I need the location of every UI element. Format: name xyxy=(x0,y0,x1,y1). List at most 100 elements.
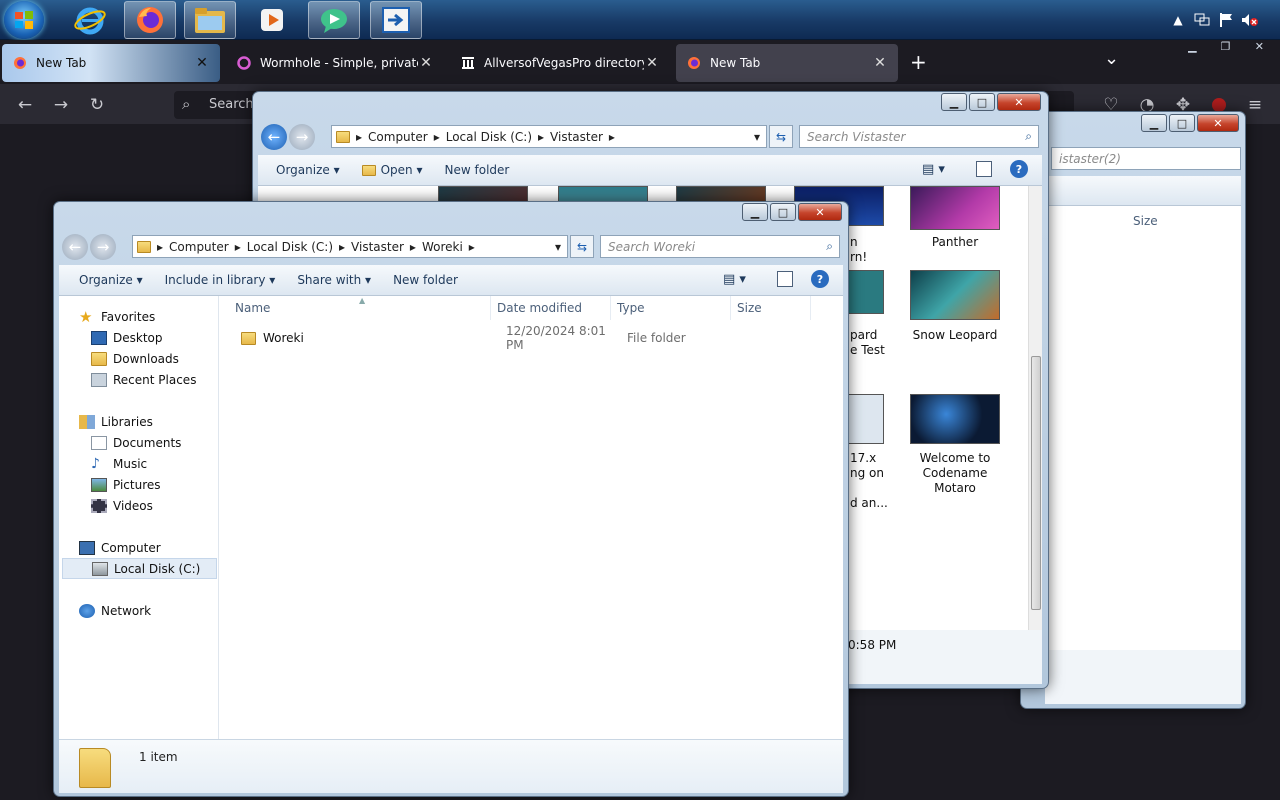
tab-directory-listing[interactable]: AllversofVegasPro directory listi ✕ xyxy=(450,44,670,82)
reload-icon[interactable]: ↻ xyxy=(86,94,108,116)
address-bar[interactable]: ▸ Computer ▸ Local Disk (C:) ▸ Vistaster ▸ ▾ xyxy=(331,125,767,148)
thumbnail-panther[interactable] xyxy=(910,186,1000,230)
close-button[interactable]: ✕ xyxy=(997,93,1041,111)
view-options-icon[interactable]: ▤ ▾ xyxy=(723,272,746,287)
breadcrumb-vistaster[interactable]: Vistaster xyxy=(351,240,404,254)
breadcrumb-computer[interactable]: Computer xyxy=(169,240,229,254)
column-header-type[interactable]: Type xyxy=(611,296,731,320)
organize-menu[interactable]: Organize ▾ xyxy=(75,270,147,290)
refresh-button[interactable]: ⇆ xyxy=(570,235,594,258)
internet-explorer-icon[interactable] xyxy=(64,1,116,39)
nav-videos[interactable]: Videos xyxy=(91,495,153,516)
maximize-icon[interactable]: ❐ xyxy=(1221,40,1231,56)
nav-recent-places[interactable]: Recent Places xyxy=(91,369,196,390)
nav-desktop[interactable]: Desktop xyxy=(91,327,163,348)
close-icon[interactable]: ✕ xyxy=(644,55,660,71)
forward-button[interactable]: → xyxy=(90,234,116,260)
star-icon: ★ xyxy=(79,307,93,326)
tray-expand-icon[interactable]: ▲ xyxy=(1166,8,1190,32)
column-header-size[interactable]: Size xyxy=(1133,214,1158,228)
minimize-icon[interactable]: ▁ xyxy=(1188,40,1196,56)
close-icon[interactable]: ✕ xyxy=(194,55,210,71)
breadcrumb-local-disk[interactable]: Local Disk (C:) xyxy=(247,240,333,254)
nav-documents[interactable]: Documents xyxy=(91,432,181,453)
item-label-motaro: Welcome to Codename Motaro xyxy=(919,451,991,495)
close-button[interactable]: ✕ xyxy=(798,203,842,221)
tab-new-tab-1[interactable]: New Tab ✕ xyxy=(2,44,220,82)
new-folder-button[interactable]: New folder xyxy=(389,270,462,290)
vertical-scrollbar[interactable] xyxy=(1028,186,1042,630)
search-box[interactable]: Search Woreki ⌕ xyxy=(600,235,840,258)
table-row[interactable]: Woreki 12/20/2024 8:01 PM File folder xyxy=(229,324,819,352)
address-bar[interactable]: ▸ Computer ▸ Local Disk (C:) ▸ Vistaster ▸ W… xyxy=(132,235,568,258)
close-icon[interactable]: ✕ xyxy=(872,55,888,71)
minimize-button[interactable]: ▁ xyxy=(941,93,967,111)
refresh-button[interactable]: ⇆ xyxy=(769,125,793,148)
nav-local-disk[interactable]: Local Disk (C:) xyxy=(62,558,217,579)
firefox-icon[interactable] xyxy=(124,1,176,39)
nav-libraries[interactable]: Libraries xyxy=(79,411,153,432)
file-explorer-icon[interactable] xyxy=(184,1,236,39)
breadcrumb-woreki[interactable]: Woreki xyxy=(422,240,463,254)
menu-icon[interactable]: ≡ xyxy=(1244,94,1266,116)
search-box[interactable]: Search Vistaster ⌕ xyxy=(799,125,1039,148)
close-button[interactable]: ✕ xyxy=(1197,114,1239,132)
forward-button[interactable]: → xyxy=(289,124,315,150)
maximize-button[interactable]: □ xyxy=(969,93,995,111)
preview-pane-icon[interactable] xyxy=(777,271,793,287)
column-header-date-modified[interactable]: Date modified xyxy=(491,296,611,320)
breadcrumb-computer[interactable]: Computer xyxy=(368,130,428,144)
thumbnail-snow-leopard[interactable] xyxy=(910,270,1000,320)
nav-network[interactable]: Network xyxy=(79,600,151,621)
preview-pane-icon[interactable] xyxy=(976,161,992,177)
breadcrumb-local-disk[interactable]: Local Disk (C:) xyxy=(446,130,532,144)
taskbar: ▲ xyxy=(0,0,1280,40)
file-list-pane: Size xyxy=(1045,206,1241,650)
close-icon[interactable]: ✕ xyxy=(418,55,434,71)
network-tray-icon[interactable] xyxy=(1190,8,1214,32)
chevron-down-icon[interactable]: ▾ xyxy=(555,240,561,254)
messenger-icon[interactable] xyxy=(308,1,360,39)
close-icon[interactable]: ✕ xyxy=(1255,40,1264,56)
remote-app-icon[interactable] xyxy=(370,1,422,39)
breadcrumb-vistaster[interactable]: Vistaster xyxy=(550,130,603,144)
share-with-menu[interactable]: Share with ▾ xyxy=(293,270,375,290)
nav-music[interactable]: ♪ Music xyxy=(91,453,147,474)
column-header-size[interactable]: Size xyxy=(731,296,811,320)
minimize-button[interactable]: ▁ xyxy=(742,203,768,221)
new-tab-button[interactable]: + xyxy=(910,50,930,74)
item-label-snow-leopard: Snow Leopard xyxy=(912,328,998,342)
new-folder-button[interactable]: New folder xyxy=(441,160,514,180)
maximize-button[interactable]: □ xyxy=(770,203,796,221)
tab-wormhole[interactable]: Wormhole - Simple, private file ✕ xyxy=(226,44,444,82)
nav-downloads[interactable]: Downloads xyxy=(91,348,179,369)
volume-muted-icon[interactable] xyxy=(1238,8,1262,32)
search-box[interactable]: istaster(2) xyxy=(1051,147,1241,170)
tab-new-tab-2[interactable]: New Tab ✕ xyxy=(676,44,898,82)
back-button[interactable]: ← xyxy=(261,124,287,150)
open-menu[interactable]: Open ▾ xyxy=(358,160,427,180)
back-arrow-icon[interactable]: ← xyxy=(14,94,36,116)
scrollbar-thumb[interactable] xyxy=(1031,356,1041,610)
help-icon[interactable]: ? xyxy=(811,270,829,288)
organize-menu[interactable]: Organize ▾ xyxy=(272,160,344,180)
list-all-tabs-button[interactable]: ⌄ xyxy=(1104,48,1124,69)
thumbnail-image[interactable] xyxy=(848,394,884,444)
minimize-button[interactable]: ▁ xyxy=(1141,114,1167,132)
help-icon[interactable]: ? xyxy=(1010,160,1028,178)
include-in-library-menu[interactable]: Include in library ▾ xyxy=(161,270,280,290)
view-options-icon[interactable]: ▤ ▾ xyxy=(922,162,945,177)
column-header-name[interactable]: Name xyxy=(229,296,491,320)
back-button[interactable]: ← xyxy=(62,234,88,260)
nav-favorites[interactable]: ★ Favorites xyxy=(79,306,155,327)
thumbnail-motaro[interactable] xyxy=(910,394,1000,444)
chevron-down-icon[interactable]: ▾ xyxy=(754,130,760,144)
maximize-button[interactable]: □ xyxy=(1169,114,1195,132)
media-player-icon[interactable] xyxy=(246,1,298,39)
thumbnail-image[interactable] xyxy=(848,270,884,314)
forward-arrow-icon[interactable]: → xyxy=(50,94,72,116)
start-button[interactable] xyxy=(4,1,44,39)
nav-pictures[interactable]: Pictures xyxy=(91,474,161,495)
nav-computer[interactable]: Computer xyxy=(79,537,161,558)
action-center-flag-icon[interactable] xyxy=(1214,8,1238,32)
